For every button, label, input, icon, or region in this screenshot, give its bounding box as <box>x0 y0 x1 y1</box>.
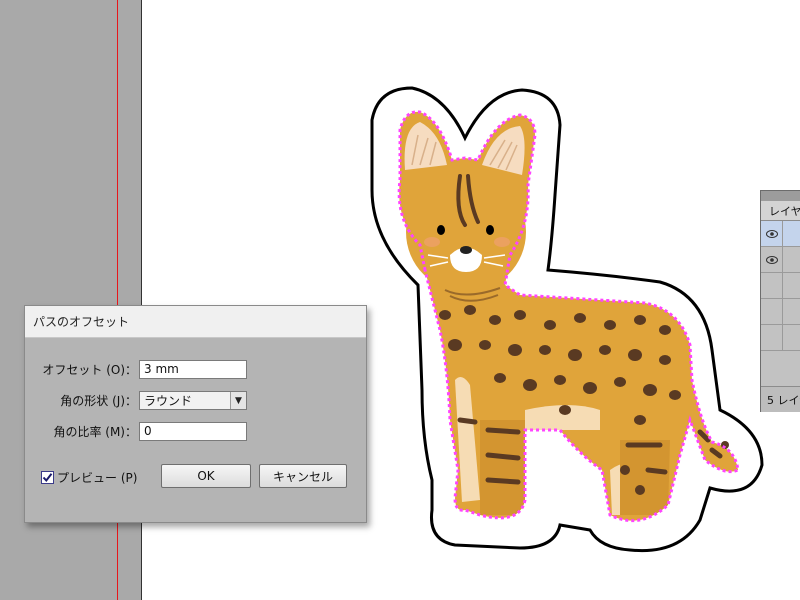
layers-tab[interactable]: レイヤー <box>761 201 800 221</box>
dropdown-arrow-icon[interactable]: ▼ <box>230 392 246 409</box>
eye-cell[interactable] <box>761 298 783 325</box>
checkmark-icon <box>42 473 53 483</box>
offset-row: オフセット (O)： 3 mm <box>29 360 247 379</box>
offset-path-dialog[interactable]: パスのオフセット オフセット (O)： 3 mm 角の形状 (J)： ラウンド … <box>24 305 367 523</box>
eye-cell[interactable] <box>761 272 783 299</box>
dialog-title: パスのオフセット <box>33 315 130 329</box>
layer-row[interactable] <box>761 272 800 299</box>
eye-cell[interactable] <box>761 324 783 351</box>
miter-label: 角の比率 (M)： <box>53 425 137 439</box>
joins-row: 角の形状 (J)： ラウンド ▼ <box>29 391 247 410</box>
miter-row: 角の比率 (M)： 0 <box>29 422 247 441</box>
layers-count: 5 レイヤー <box>761 386 800 412</box>
joins-value: ラウンド <box>144 394 193 408</box>
ok-button[interactable]: OK <box>161 464 251 488</box>
serval-head <box>406 172 526 292</box>
eye-icon[interactable] <box>761 220 783 247</box>
miter-input[interactable]: 0 <box>139 422 247 441</box>
offset-label: オフセット (O)： <box>42 363 137 377</box>
layer-row[interactable] <box>761 324 800 351</box>
panel-grip[interactable] <box>761 191 800 201</box>
cancel-button[interactable]: キャンセル <box>259 464 347 488</box>
eye-icon[interactable] <box>761 246 783 273</box>
joins-label: 角の形状 (J)： <box>60 394 137 408</box>
layer-row[interactable] <box>761 298 800 325</box>
preview-row[interactable]: プレビュー (P) <box>41 469 137 486</box>
preview-label[interactable]: プレビュー (P) <box>57 469 137 486</box>
preview-checkbox[interactable] <box>41 471 54 484</box>
layer-row[interactable] <box>761 220 800 247</box>
layers-panel[interactable]: レイヤー 5 レイヤー <box>760 190 800 412</box>
layer-row[interactable] <box>761 246 800 273</box>
joins-select[interactable]: ラウンド ▼ <box>139 391 247 410</box>
offset-input[interactable]: 3 mm <box>139 360 247 379</box>
dialog-titlebar[interactable]: パスのオフセット <box>25 306 366 338</box>
